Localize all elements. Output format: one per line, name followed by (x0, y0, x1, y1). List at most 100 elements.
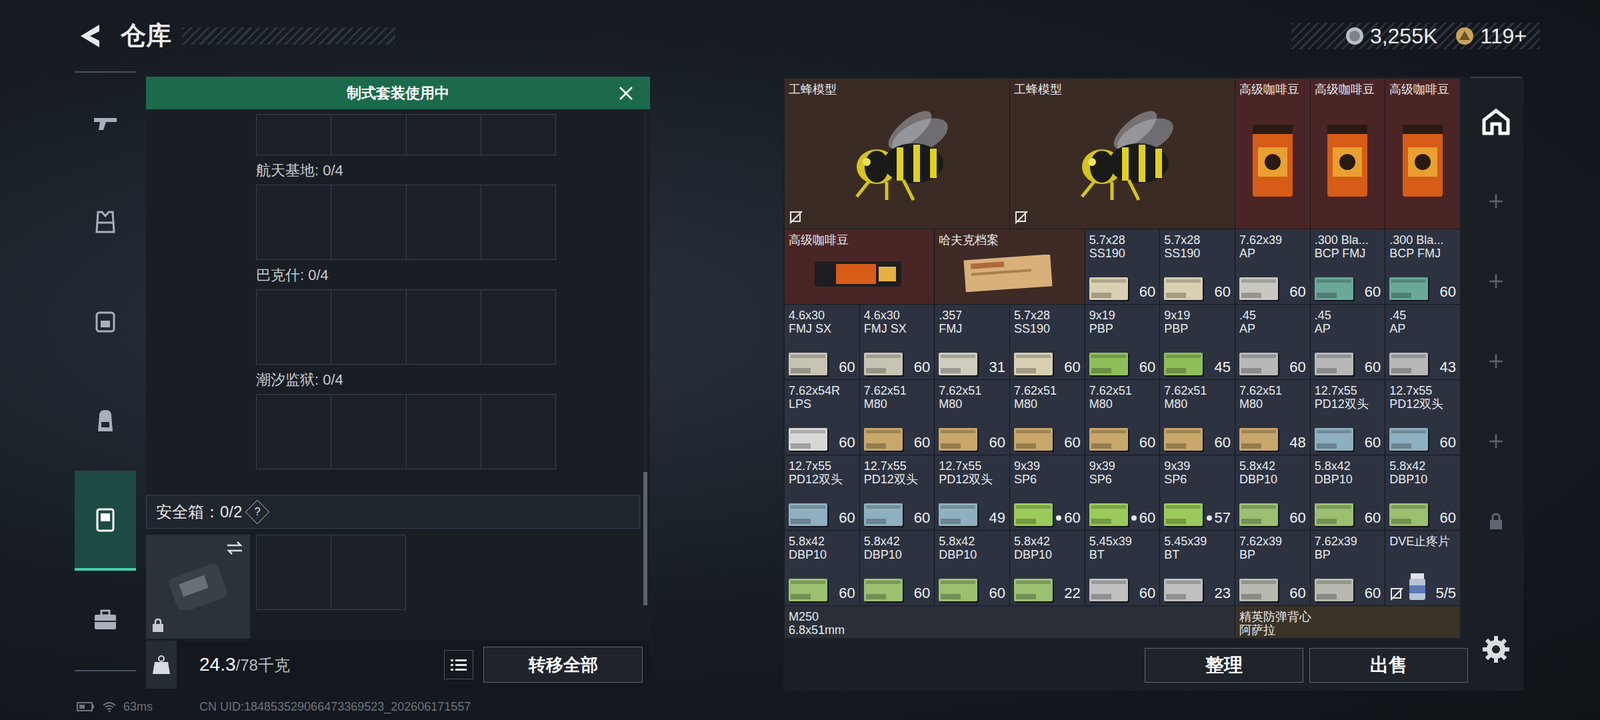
back-arrow-icon[interactable] (76, 22, 104, 50)
action-button[interactable]: 整理 (1144, 648, 1304, 683)
empty-slot[interactable] (331, 535, 406, 610)
empty-slot[interactable] (481, 394, 556, 469)
empty-slot[interactable] (331, 185, 406, 260)
stash-item[interactable]: .45AP43 (1385, 304, 1460, 380)
rail-item[interactable] (1470, 481, 1522, 562)
sidebar-item[interactable] (74, 470, 136, 570)
close-icon[interactable] (617, 84, 635, 102)
help-badge[interactable]: ? (245, 499, 270, 524)
rail-item[interactable] (1470, 401, 1522, 482)
stash-item[interactable]: 5.8x42DBP1022 (1010, 530, 1085, 606)
rail-item[interactable] (1470, 321, 1522, 402)
currency[interactable]: 119+ (1454, 20, 1527, 52)
stash-item[interactable]: 5.8x42DBP1060 (1235, 455, 1310, 530)
empty-slot[interactable] (256, 290, 331, 364)
empty-slot[interactable] (256, 114, 331, 155)
empty-slot[interactable] (256, 535, 331, 610)
stash-item[interactable]: 9x19PBP45 (1160, 304, 1235, 380)
rail-item[interactable] (1470, 161, 1522, 242)
empty-slot[interactable] (256, 394, 331, 469)
empty-slot[interactable] (331, 290, 406, 364)
rail-item[interactable] (1470, 241, 1522, 322)
stash-item[interactable]: 9x19PBP60 (1085, 304, 1160, 380)
stash-item[interactable]: 12.7x55PD12双头60 (860, 455, 935, 530)
stash-item[interactable]: 4.6x30FMJ SX60 (784, 304, 860, 380)
stash-item[interactable]: 5.8x42DBP1060 (1310, 455, 1386, 530)
stash-item[interactable]: 7.62x39AP60 (1235, 229, 1310, 304)
stash-item[interactable]: 工蜂模型 (1010, 78, 1235, 229)
rail-item[interactable] (1470, 81, 1522, 162)
empty-slot[interactable] (331, 394, 406, 469)
stash-item[interactable]: 7.62x39BP60 (1235, 530, 1310, 606)
stash-item[interactable]: 9x39SP660 (1085, 455, 1160, 530)
stash-item[interactable]: 精英防弹背心阿萨拉 (1235, 606, 1460, 638)
stash-item[interactable]: 7.62x51M8060 (1160, 380, 1235, 455)
stash-item[interactable]: 5.7x28SS19060 (1085, 229, 1160, 304)
stash-item[interactable]: 7.62x51M8048 (1235, 380, 1310, 455)
slot-grid[interactable] (256, 289, 556, 365)
stash-item[interactable]: .357FMJ31 (934, 304, 1010, 380)
stash-item[interactable]: 高级咖啡豆 (784, 229, 934, 304)
slot-grid[interactable] (256, 184, 556, 260)
sidebar-item[interactable] (74, 272, 136, 372)
stash-item[interactable]: .300 Bla...BCP FMJ60 (1385, 229, 1460, 304)
stash-item[interactable]: 5.8x42DBP1060 (784, 530, 860, 606)
settings-gear-icon[interactable] (1481, 634, 1511, 664)
stash-item[interactable]: 7.62x51M8060 (1010, 380, 1085, 455)
stash-item[interactable]: 12.7x55PD12双头49 (934, 455, 1010, 530)
stash-item[interactable]: 高级咖啡豆 (1385, 78, 1460, 229)
empty-slot[interactable] (406, 114, 481, 155)
empty-slot[interactable] (406, 290, 481, 364)
stash-item[interactable]: DVE止疼片5/5 (1385, 530, 1460, 606)
ping: 63ms (123, 698, 153, 716)
stash-item[interactable]: 7.62x54RLPS60 (784, 380, 860, 455)
empty-slot[interactable] (256, 185, 331, 260)
stash-item[interactable]: 哈夫克档案 (934, 229, 1084, 304)
slot-grid[interactable] (256, 534, 406, 610)
slot-grid[interactable] (256, 114, 556, 156)
currency[interactable]: 3,255K (1344, 20, 1438, 52)
stash-item[interactable]: 9x39SP660 (1010, 455, 1085, 530)
stash-item[interactable]: 5.7x28SS19060 (1010, 304, 1085, 380)
stash-item[interactable]: 高级咖啡豆 (1310, 78, 1386, 229)
stash-item[interactable]: 5.45x39BT23 (1160, 530, 1235, 606)
stash-item[interactable]: 7.62x51M8060 (860, 380, 935, 455)
empty-slot[interactable] (331, 114, 406, 155)
empty-slot[interactable] (406, 394, 481, 469)
scrollbar[interactable] (643, 112, 648, 641)
stash-item[interactable]: 7.62x51M8060 (1085, 380, 1160, 455)
empty-slot[interactable] (406, 185, 481, 260)
list-view-button[interactable] (444, 650, 474, 680)
transfer-all-button[interactable]: 转移全部 (483, 646, 643, 683)
stash-item[interactable]: .300 Bla...BCP FMJ60 (1310, 229, 1386, 304)
stash-item[interactable]: 高级咖啡豆 (1235, 78, 1310, 229)
slot-grid[interactable] (256, 394, 556, 470)
stash-item[interactable]: .45AP60 (1310, 304, 1386, 380)
stash-item[interactable]: 5.8x42DBP1060 (860, 530, 935, 606)
stash-item[interactable]: 5.8x42DBP1060 (934, 530, 1010, 606)
safe-box-item[interactable] (146, 534, 250, 639)
stash-item[interactable]: 5.7x28SS19060 (1160, 229, 1235, 304)
stash-item[interactable]: 5.45x39BT60 (1085, 530, 1160, 606)
stash-item[interactable]: 7.62x39BP60 (1310, 530, 1386, 606)
empty-slot[interactable] (481, 290, 556, 364)
swap-icon[interactable] (224, 540, 245, 556)
action-button[interactable]: 出售 (1309, 648, 1468, 683)
stash-item[interactable]: .45AP60 (1235, 304, 1310, 380)
stash-item[interactable]: 4.6x30FMJ SX60 (860, 304, 935, 380)
stash-item[interactable]: 7.62x51M8060 (934, 380, 1010, 455)
sidebar-item[interactable] (74, 371, 136, 471)
stash-item[interactable]: 5.8x42DBP1060 (1385, 455, 1460, 530)
sidebar-item[interactable] (74, 72, 136, 172)
sidebar-item[interactable] (74, 172, 136, 272)
stash-item[interactable]: 12.7x55PD12双头60 (1310, 380, 1386, 455)
sidebar-item[interactable] (74, 570, 136, 670)
stash-item[interactable]: 9x39SP657 (1160, 455, 1235, 530)
stash-item[interactable]: 工蜂模型 (784, 78, 1010, 229)
stash-item[interactable]: M2506.8x51mm (784, 606, 1235, 638)
marked-dot (1131, 515, 1137, 521)
stash-item[interactable]: 12.7x55PD12双头60 (784, 455, 860, 530)
empty-slot[interactable] (481, 114, 556, 155)
stash-item[interactable]: 12.7x55PD12双头60 (1385, 380, 1460, 455)
empty-slot[interactable] (481, 185, 556, 260)
